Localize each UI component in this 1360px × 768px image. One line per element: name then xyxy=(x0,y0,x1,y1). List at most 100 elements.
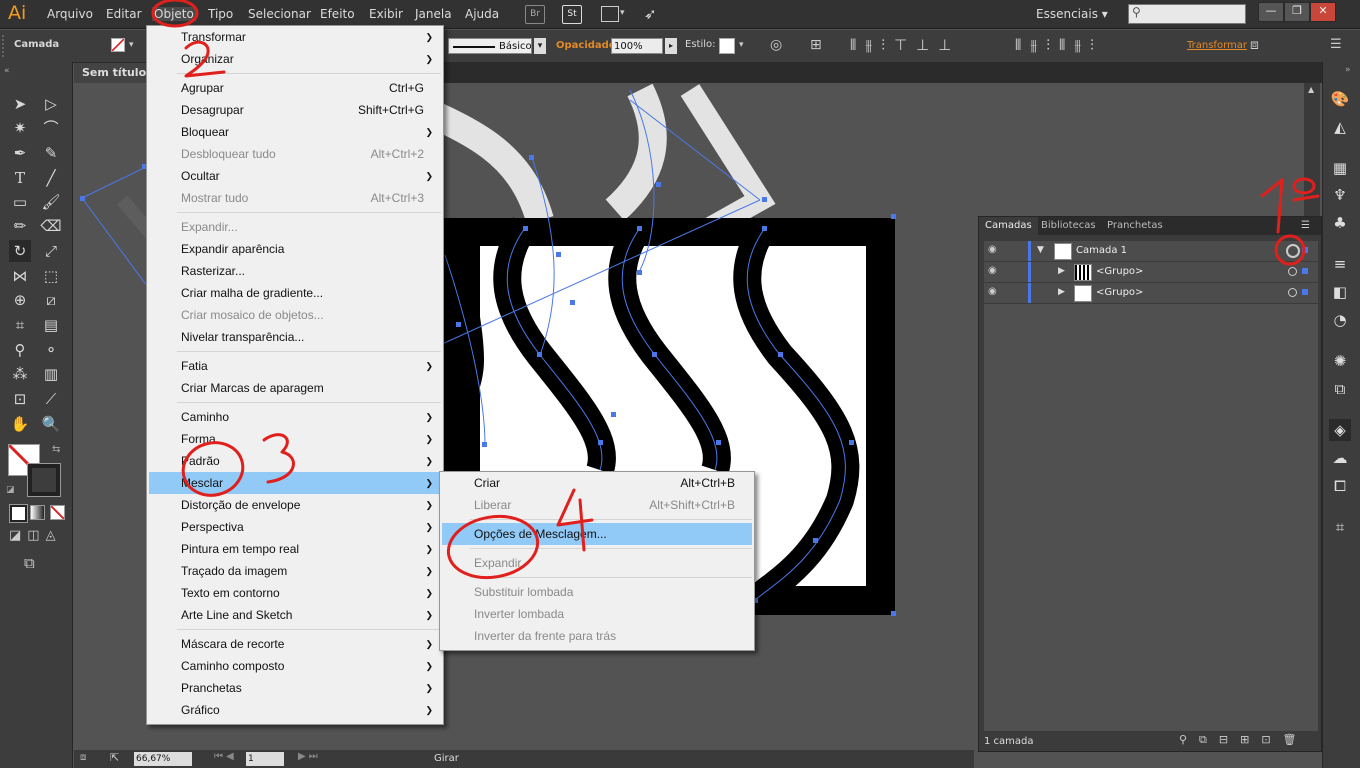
scroll-up-icon[interactable]: ▲ xyxy=(1308,85,1314,94)
menu-selecionar[interactable]: Selecionar xyxy=(248,7,311,21)
chevron-right-icon[interactable]: ▶ xyxy=(1058,287,1065,297)
panel-menu-icon[interactable]: ☰ xyxy=(1301,220,1310,231)
menu-item-fatia[interactable]: Fatia ❯ xyxy=(149,355,441,377)
brushes-panel-icon[interactable]: ♆ xyxy=(1329,184,1351,206)
menu-ajuda[interactable]: Ajuda xyxy=(465,7,499,21)
shape-builder-tool-icon[interactable]: ⊕ xyxy=(9,289,31,311)
menu-item-arte-line-sketch[interactable]: Arte Line and Sketch ❯ xyxy=(149,604,441,626)
magic-wand-tool-icon[interactable]: ✷ xyxy=(9,117,31,139)
stroke-color-swatch[interactable] xyxy=(28,464,60,496)
menu-item-rasterizar[interactable]: Rasterizar... xyxy=(149,260,441,282)
graphic-styles-icon[interactable]: ⧉ xyxy=(1329,378,1351,400)
bridge-button[interactable]: Br xyxy=(525,5,545,24)
layer-row-grupo[interactable]: ◉ ▶ <Grupo> xyxy=(984,283,1318,304)
none-mode-icon[interactable] xyxy=(50,505,65,520)
layer-actions[interactable]: ⚲⧉⊟⊞⊡🗑 xyxy=(1179,733,1309,747)
menu-item-transformar[interactable]: Transformar ❯ xyxy=(149,26,441,48)
menu-item-pintura-tempo-real[interactable]: Pintura em tempo real ❯ xyxy=(149,538,441,560)
menu-item-criar-marcas-aparagem[interactable]: Criar Marcas de aparagem xyxy=(149,377,441,399)
menu-item-ocultar[interactable]: Ocultar ❯ xyxy=(149,165,441,187)
tab-camadas[interactable]: Camadas xyxy=(979,217,1038,235)
swatches-panel-icon[interactable]: ▦ xyxy=(1329,157,1351,179)
target-icon[interactable] xyxy=(1288,267,1297,276)
tab-bibliotecas[interactable]: Bibliotecas xyxy=(1035,217,1102,235)
stroke-panel-icon[interactable]: ≡ xyxy=(1329,253,1351,275)
curvature-tool-icon[interactable]: ✎ xyxy=(40,142,62,164)
menu-item-caminho[interactable]: Caminho ❯ xyxy=(149,406,441,428)
align-buttons-icon[interactable]: ⫴⫵⫶⊤⊥⊥ xyxy=(850,36,960,54)
export-icon[interactable]: ⇱ xyxy=(110,751,119,764)
menu-item-bloquear[interactable]: Bloquear ❯ xyxy=(149,121,441,143)
rotate-tool-icon[interactable]: ↻ xyxy=(9,240,31,262)
transform-panel-icon[interactable]: ⌗ xyxy=(1329,516,1351,538)
menu-item-distorcao-envelope[interactable]: Distorção de envelope ❯ xyxy=(149,494,441,516)
chevron-down-icon[interactable]: ▾ xyxy=(739,40,744,50)
menu-exibir[interactable]: Exibir xyxy=(369,7,403,21)
color-mode-icon[interactable] xyxy=(10,505,27,522)
swap-colors-icon[interactable]: ⇆ xyxy=(52,444,60,455)
selection-indicator[interactable] xyxy=(1302,289,1308,295)
column-graph-tool-icon[interactable]: ▥ xyxy=(40,363,62,385)
recolor-icon[interactable]: ◎ xyxy=(770,37,782,53)
rocket-icon[interactable]: ➶ xyxy=(644,5,657,23)
menu-item-pranchetas[interactable]: Pranchetas ❯ xyxy=(149,677,441,699)
visibility-eye-icon[interactable]: ◉ xyxy=(988,244,997,255)
grip-handle[interactable] xyxy=(2,35,8,57)
color-panel-icon[interactable]: 🎨 xyxy=(1329,88,1351,110)
free-transform-tool-icon[interactable]: ⬚ xyxy=(40,265,62,287)
eraser-tool-icon[interactable]: ⌫ xyxy=(40,215,62,237)
direct-selection-tool-icon[interactable]: ▷ xyxy=(40,93,62,115)
artboard-number-field[interactable]: 1 xyxy=(246,752,284,766)
close-button[interactable]: ✕ xyxy=(1310,2,1336,22)
menu-item-forma[interactable]: Forma ❯ xyxy=(149,428,441,450)
chevron-down-icon[interactable]: ▾ xyxy=(534,38,546,54)
zoom-field[interactable]: 66,67% xyxy=(134,752,192,766)
symbols-panel-icon[interactable]: ♣ xyxy=(1329,212,1351,234)
maximize-button[interactable]: ❐ xyxy=(1284,2,1310,22)
group-name[interactable]: <Grupo> xyxy=(1096,287,1143,298)
gradient-panel-icon[interactable]: ◧ xyxy=(1329,281,1351,303)
transform-link[interactable]: Transformar xyxy=(1187,40,1247,51)
line-tool-icon[interactable]: ╱ xyxy=(40,167,62,189)
visibility-eye-icon[interactable]: ◉ xyxy=(988,265,997,276)
menu-item-mascara-recorte[interactable]: Máscara de recorte ❯ xyxy=(149,633,441,655)
menu-item-tracado-imagem[interactable]: Traçado da imagem ❯ xyxy=(149,560,441,582)
menu-item-expandir-aparencia[interactable]: Expandir aparência xyxy=(149,238,441,260)
layer-row-grupo[interactable]: ◉ ▶ <Grupo> xyxy=(984,262,1318,283)
menu-janela[interactable]: Janela xyxy=(415,7,452,21)
blend-tool-icon[interactable]: ⚬ xyxy=(40,339,62,361)
libraries-panel-icon[interactable]: ☁ xyxy=(1329,447,1351,469)
selection-tool-icon[interactable]: ➤ xyxy=(9,93,31,115)
menu-efeito[interactable]: Efeito xyxy=(320,7,355,21)
isolate-icon[interactable]: ⧈ xyxy=(1250,37,1259,53)
chevron-down-icon[interactable]: ▼ xyxy=(1037,245,1044,255)
chevron-down-icon[interactable]: ▾ xyxy=(129,40,134,50)
panel-menu-icon[interactable]: ☰ xyxy=(1330,37,1342,52)
artboards-panel-icon[interactable]: ⧠ xyxy=(1329,475,1351,497)
pencil-tool-icon[interactable]: ✏ xyxy=(9,215,31,237)
menu-item-perspectiva[interactable]: Perspectiva ❯ xyxy=(149,516,441,538)
stock-button[interactable]: St xyxy=(562,5,582,24)
layer-row-camada-1[interactable]: ◉ ▼ Camada 1 xyxy=(984,241,1318,262)
menu-item-agrupar[interactable]: Agrupar Ctrl+G xyxy=(149,77,441,99)
type-tool-icon[interactable]: T xyxy=(9,167,31,189)
appearance-panel-icon[interactable]: ✺ xyxy=(1329,350,1351,372)
tab-pranchetas[interactable]: Pranchetas xyxy=(1101,217,1169,235)
zoom-tool-icon[interactable]: 🔍 xyxy=(40,413,62,435)
width-tool-icon[interactable]: ⋈ xyxy=(9,265,31,287)
menu-item-caminho-composto[interactable]: Caminho composto ❯ xyxy=(149,655,441,677)
fill-swatch[interactable] xyxy=(111,38,125,52)
layers-panel-icon[interactable]: ◈ xyxy=(1329,419,1351,441)
minimize-button[interactable]: — xyxy=(1258,2,1284,22)
transparency-panel-icon[interactable]: ◔ xyxy=(1329,309,1351,331)
menu-objeto[interactable]: Objeto xyxy=(152,7,196,21)
hand-tool-icon[interactable]: ✋ xyxy=(9,413,31,435)
search-input[interactable]: ⚲ xyxy=(1128,4,1246,24)
menu-item-grafico[interactable]: Gráfico ❯ xyxy=(149,699,441,721)
layer-name[interactable]: Camada 1 xyxy=(1076,245,1127,256)
menu-item-nivelar-transparencia[interactable]: Nivelar transparência... xyxy=(149,326,441,348)
arrange-documents-icon[interactable] xyxy=(601,6,619,22)
slice-tool-icon[interactable]: ⟋ xyxy=(40,388,62,410)
first-prev-artboard-icon[interactable]: ⏮◀ xyxy=(214,751,237,762)
symbol-sprayer-tool-icon[interactable]: ⁂ xyxy=(9,363,31,385)
